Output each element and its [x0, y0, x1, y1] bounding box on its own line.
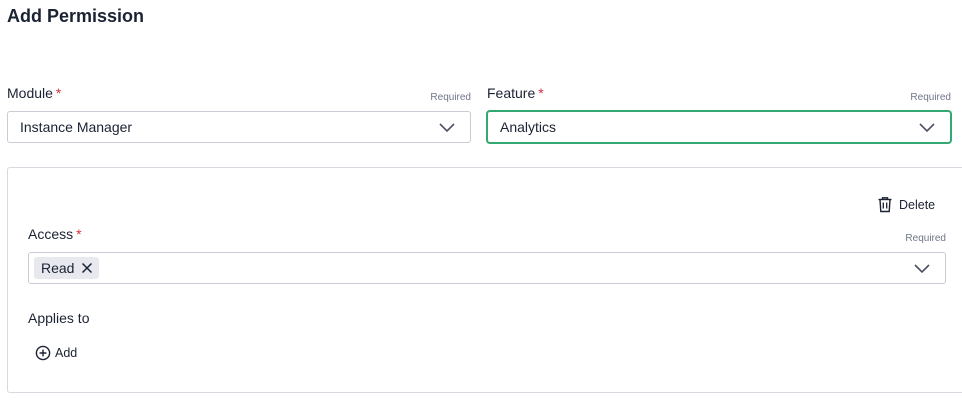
add-applies-to-button[interactable]: Add	[35, 345, 77, 361]
close-icon[interactable]	[81, 262, 93, 274]
module-select[interactable]: Instance Manager	[7, 111, 471, 143]
module-label-text: Module	[7, 85, 53, 101]
trash-icon	[878, 197, 892, 213]
page-title: Add Permission	[7, 6, 145, 26]
feature-label: Feature *	[487, 85, 544, 101]
chevron-down-icon	[914, 264, 930, 274]
module-label: Module *	[7, 85, 61, 101]
module-select-value: Instance Manager	[20, 119, 133, 135]
feature-select[interactable]: Analytics	[487, 111, 951, 143]
required-star: *	[55, 85, 62, 101]
chevron-down-icon	[919, 123, 935, 133]
required-star: *	[538, 85, 544, 101]
access-tag-label: Read	[41, 260, 75, 276]
access-required-hint: Required	[905, 233, 946, 244]
access-tag: Read	[34, 257, 100, 279]
chevron-down-icon	[439, 123, 455, 133]
add-label: Add	[55, 346, 78, 360]
delete-button[interactable]: Delete	[877, 196, 935, 213]
access-label-text: Access	[28, 226, 74, 242]
required-star: *	[76, 226, 82, 242]
applies-to-label: Applies to	[28, 310, 90, 326]
feature-select-value: Analytics	[500, 119, 557, 135]
delete-label: Delete	[899, 197, 936, 212]
feature-label-text: Feature	[487, 85, 536, 101]
access-label: Access *	[28, 226, 82, 242]
plus-circle-icon	[35, 345, 51, 361]
feature-required-hint: Required	[910, 92, 951, 103]
module-required-hint: Required	[430, 92, 471, 103]
access-multiselect[interactable]: Read	[28, 252, 946, 284]
